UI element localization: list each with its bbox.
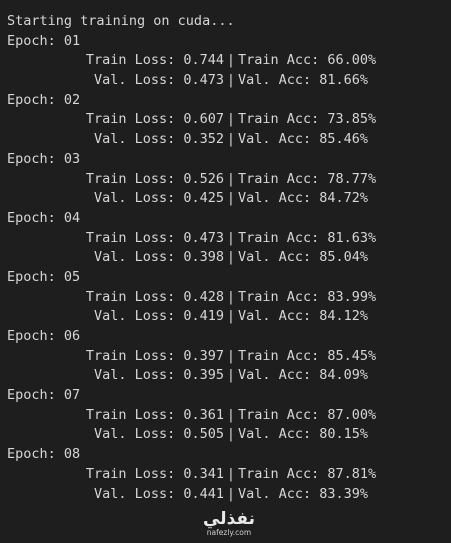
val-loss-text: Val. Loss: 0.398	[93, 249, 224, 266]
train-metrics-line: Train Loss: 0.361 | Train Acc: 87.00%	[7, 406, 451, 426]
epoch-label: Epoch: 06	[7, 328, 81, 344]
val-metrics-line: Val. Loss: 0.505 | Val. Acc: 80.15%	[7, 425, 451, 445]
separator: |	[226, 347, 236, 364]
train-acc-text: Train Acc: 66.00%	[238, 52, 377, 69]
separator: |	[226, 131, 236, 148]
epoch-label: Epoch: 03	[7, 150, 81, 167]
epoch-label: Epoch: 05	[7, 268, 81, 285]
watermark-url: nafezly.com	[206, 528, 252, 537]
train-acc-text: Train Acc: 83.99%	[238, 288, 377, 305]
epoch-label: Epoch: 02	[7, 91, 81, 108]
train-metrics-line: Train Loss: 0.744 | Train Acc: 66.00%	[7, 51, 451, 71]
train-loss-text: Train Loss: 0.397	[85, 347, 224, 364]
epoch-block: Epoch: 05 Train Loss: 0.428 | Train Acc: 8…	[7, 268, 451, 327]
separator: |	[226, 406, 236, 423]
epoch-label: Epoch: 01	[7, 32, 81, 49]
train-acc-text: Train Acc: 85.45%	[238, 347, 377, 364]
train-loss-text: Train Loss: 0.607	[85, 111, 224, 128]
watermark: نفذلي nafezly.com	[196, 510, 262, 537]
epoch-block: Epoch: 04 Train Loss: 0.473 | Train Acc: 8…	[7, 209, 451, 268]
train-metrics-line: Train Loss: 0.341 | Train Acc: 87.81%	[7, 465, 451, 485]
epoch-block: Epoch: 06 Train Loss: 0.397 | Train Acc: 8…	[7, 327, 451, 386]
separator: |	[226, 190, 236, 207]
val-loss-text: Val. Loss: 0.441	[93, 485, 224, 502]
separator: |	[226, 111, 236, 128]
val-loss-text: Val. Loss: 0.425	[93, 190, 224, 207]
epoch-label: Epoch: 04	[7, 209, 81, 226]
val-acc-text: Val. Acc: 84.72%	[238, 190, 369, 207]
val-acc-text: Val. Acc: 80.15%	[238, 426, 369, 443]
separator: |	[226, 249, 236, 266]
val-acc-text: Val. Acc: 85.04%	[238, 249, 369, 266]
train-loss-text: Train Loss: 0.341	[85, 465, 224, 482]
train-loss-text: Train Loss: 0.473	[85, 229, 224, 246]
separator: |	[226, 308, 236, 325]
val-loss-text: Val. Loss: 0.395	[93, 367, 224, 384]
separator: |	[226, 72, 236, 89]
epoch-block: Epoch: 07 Train Loss: 0.361 | Train Acc: 8…	[7, 386, 451, 445]
val-loss-text: Val. Loss: 0.419	[93, 308, 224, 325]
train-loss-text: Train Loss: 0.526	[85, 170, 224, 187]
val-loss-text: Val. Loss: 0.505	[93, 426, 224, 443]
val-metrics-line: Val. Loss: 0.441 | Val. Acc: 83.39%	[7, 485, 451, 505]
val-acc-text: Val. Acc: 85.46%	[238, 131, 369, 148]
val-acc-text: Val. Acc: 84.09%	[238, 367, 369, 384]
epoch-label: Epoch: 07	[7, 387, 81, 404]
val-metrics-line: Val. Loss: 0.352 | Val. Acc: 85.46%	[7, 130, 451, 150]
val-loss-text: Val. Loss: 0.352	[93, 131, 224, 148]
val-metrics-line: Val. Loss: 0.395 | Val. Acc: 84.09%	[7, 366, 451, 386]
val-metrics-line: Val. Loss: 0.473 | Val. Acc: 81.66%	[7, 71, 451, 91]
separator: |	[226, 465, 236, 482]
val-loss-text: Val. Loss: 0.473	[93, 72, 224, 89]
separator: |	[226, 170, 236, 187]
train-acc-text: Train Acc: 81.63%	[238, 229, 377, 246]
val-acc-text: Val. Acc: 84.12%	[238, 308, 369, 325]
val-acc-text: Val. Acc: 81.66%	[238, 72, 369, 89]
train-metrics-line: Train Loss: 0.473 | Train Acc: 81.63%	[7, 229, 451, 249]
watermark-logo: نفذلي	[202, 509, 256, 529]
separator: |	[226, 485, 236, 502]
epoch-block: Epoch: 01 Train Loss: 0.744 | Train Acc: 6…	[7, 32, 451, 91]
train-loss-text: Train Loss: 0.744	[85, 52, 224, 69]
epoch-block: Epoch: 03 Train Loss: 0.526 | Train Acc: 7…	[7, 150, 451, 209]
train-loss-text: Train Loss: 0.428	[85, 288, 224, 305]
epoch-block: Epoch: 02 Train Loss: 0.607 | Train Acc: 7…	[7, 91, 451, 150]
train-acc-text: Train Acc: 78.77%	[238, 170, 377, 187]
epoch-label: Epoch: 08	[7, 446, 81, 463]
train-acc-text: Train Acc: 87.81%	[238, 465, 377, 482]
val-metrics-line: Val. Loss: 0.398 | Val. Acc: 85.04%	[7, 248, 451, 268]
train-acc-text: Train Acc: 87.00%	[238, 406, 377, 423]
separator: |	[226, 426, 236, 443]
epoch-block: Epoch: 08 Train Loss: 0.341 | Train Acc: 8…	[7, 445, 451, 504]
train-acc-text: Train Acc: 73.85%	[238, 111, 377, 128]
training-start-line: Starting training on cuda...	[7, 13, 235, 29]
separator: |	[226, 52, 236, 69]
train-metrics-line: Train Loss: 0.397 | Train Acc: 85.45%	[7, 347, 451, 367]
separator: |	[226, 288, 236, 305]
train-metrics-line: Train Loss: 0.428 | Train Acc: 83.99%	[7, 288, 451, 308]
train-metrics-line: Train Loss: 0.526 | Train Acc: 78.77%	[7, 170, 451, 190]
terminal-output: Starting training on cuda... Epoch: 01 T…	[7, 12, 451, 504]
separator: |	[226, 229, 236, 246]
val-acc-text: Val. Acc: 83.39%	[238, 485, 369, 502]
train-metrics-line: Train Loss: 0.607 | Train Acc: 73.85%	[7, 110, 451, 130]
val-metrics-line: Val. Loss: 0.425 | Val. Acc: 84.72%	[7, 189, 451, 209]
val-metrics-line: Val. Loss: 0.419 | Val. Acc: 84.12%	[7, 307, 451, 327]
separator: |	[226, 367, 236, 384]
train-loss-text: Train Loss: 0.361	[85, 406, 224, 423]
